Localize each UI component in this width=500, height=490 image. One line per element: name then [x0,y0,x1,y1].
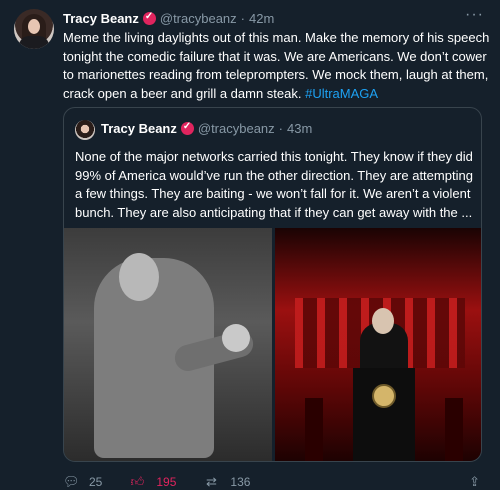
quote-author-name: Tracy Beanz [101,121,177,136]
media-image-right[interactable] [275,228,481,461]
reply-count: 25 [89,475,103,489]
reply-icon: 💬︎ [63,474,80,489]
tweet-text: Meme the living daylights out of this ma… [63,29,495,103]
more-options-icon[interactable]: ··· [465,6,484,24]
retweet-button[interactable]: ⇄ 136 [204,474,251,490]
tweet-actions: 💬︎ 25 👍︎ 195 ⇄ 136 [63,474,278,490]
quote-verified-badge-icon [180,121,194,135]
like-button[interactable]: 👍︎ 195 [130,474,177,490]
tweet-header: Tracy Beanz @tracybeanz · 42m [63,10,274,26]
tweet[interactable]: Tracy Beanz @tracybeanz · 42m ··· Meme t… [0,0,500,490]
tweet-body: Meme the living daylights out of this ma… [63,30,490,101]
quote-header: Tracy Beanz @tracybeanz · 43m [101,121,312,136]
author-name[interactable]: Tracy Beanz [63,11,139,26]
quote-separator: · [278,121,284,136]
retweet-count: 136 [230,475,251,489]
quote-avatar [75,120,95,140]
share-icon[interactable]: ⇪ [469,474,480,490]
quote-text: None of the major networks carried this … [75,149,473,220]
media-image-left[interactable] [64,228,272,461]
quote-author-handle: @tracybeanz [197,121,275,136]
avatar[interactable] [14,9,54,49]
quote-timestamp: 43m [287,121,313,136]
verified-badge-icon [142,11,156,25]
hashtag-link[interactable]: #UltraMAGA [305,86,378,101]
quote-media[interactable] [64,228,481,461]
reply-button[interactable]: 💬︎ 25 [63,474,103,490]
thumbs-up-icon: 👍︎ [130,474,145,489]
separator: · [240,10,246,26]
like-count: 195 [156,475,177,489]
author-handle[interactable]: @tracybeanz [160,11,237,26]
retweet-icon: ⇄ [205,474,217,489]
quoted-tweet[interactable]: Tracy Beanz @tracybeanz · 43m None of th… [63,107,482,462]
timestamp[interactable]: 42m [249,11,274,26]
